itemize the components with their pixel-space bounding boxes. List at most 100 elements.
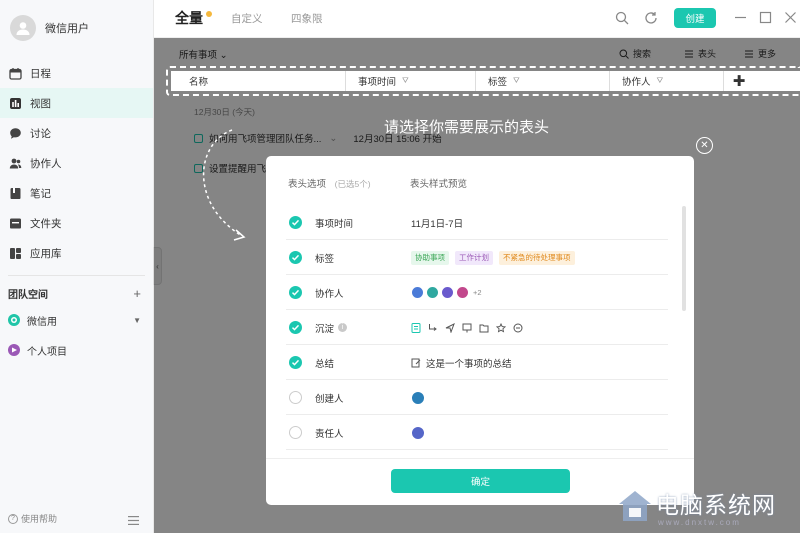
close-icon[interactable] bbox=[784, 11, 797, 24]
checkbox-checked-icon[interactable] bbox=[289, 216, 302, 229]
help-icon: ? bbox=[8, 513, 18, 524]
help-link[interactable]: ? 使用帮助 bbox=[8, 512, 57, 525]
team-logo-icon bbox=[8, 314, 20, 326]
sidebar-item-folder[interactable]: 文件夹 bbox=[0, 208, 153, 238]
notification-dot bbox=[206, 11, 212, 17]
avatar bbox=[411, 390, 425, 405]
more-count: +2 bbox=[473, 288, 482, 297]
option-row-tags[interactable]: 标签 协助事项 工作计划 不紧急的待处理事项 bbox=[286, 241, 668, 275]
option-row-owner[interactable]: 责任人 bbox=[286, 416, 668, 450]
chart-icon bbox=[9, 97, 22, 110]
watermark-url: www.dnxtw.com bbox=[658, 518, 741, 527]
option-row-creator[interactable]: 创建人 bbox=[286, 381, 668, 415]
divider bbox=[8, 275, 145, 276]
column-header-tags[interactable]: 标签 ⛛ bbox=[476, 71, 610, 91]
tag-badge: 协助事项 bbox=[411, 250, 449, 265]
sidebar-item-discuss[interactable]: 讨论 bbox=[0, 118, 153, 148]
sidebar-item-notes[interactable]: 笔记 bbox=[0, 178, 153, 208]
option-preview: 这是一个事项的总结 bbox=[411, 356, 512, 370]
sidebar-nav: 日程 视图 讨论 协作人 笔记 文件夹 应用库 bbox=[0, 58, 153, 268]
filter-icon[interactable]: ⛛ bbox=[513, 76, 520, 86]
option-label: 事项时间 bbox=[315, 218, 354, 230]
sidebar-item-label: 视图 bbox=[30, 97, 51, 110]
dashed-arrow-icon bbox=[202, 129, 246, 241]
sidebar: 微信用户 日程 视图 讨论 协作人 笔记 文件夹 应用库 团队空间 + 微信用 … bbox=[0, 0, 154, 533]
column-header-time[interactable]: 事项时间 ⛛ bbox=[346, 71, 476, 91]
help-label: 使用帮助 bbox=[21, 514, 58, 524]
info-icon[interactable]: i bbox=[338, 323, 348, 332]
menu-icon[interactable] bbox=[128, 516, 139, 525]
flow-icon bbox=[429, 323, 437, 331]
sidebar-item-collaborators[interactable]: 协作人 bbox=[0, 148, 153, 178]
checkbox-checked-icon[interactable] bbox=[289, 356, 302, 369]
avatar bbox=[456, 286, 469, 299]
tag-badge: 不紧急的待处理事项 bbox=[499, 250, 575, 265]
avatar[interactable] bbox=[10, 15, 36, 41]
team-item-wechat[interactable]: 微信用 ▼ bbox=[8, 311, 141, 329]
top-bar: 全量 自定义 四象限 创建 bbox=[154, 0, 800, 38]
option-label: 责任人 bbox=[315, 428, 344, 440]
sidebar-item-label: 笔记 bbox=[30, 187, 51, 200]
sidebar-item-apps[interactable]: 应用库 bbox=[0, 238, 153, 268]
calendar-icon bbox=[9, 67, 22, 80]
option-row-time[interactable]: 事项时间 11月1日-7日 bbox=[286, 206, 668, 240]
team-space-header: 团队空间 + bbox=[8, 284, 141, 302]
people-icon bbox=[9, 157, 22, 170]
option-preview: +2 bbox=[411, 286, 482, 299]
star-icon bbox=[496, 322, 506, 332]
user-profile[interactable]: 微信用户 bbox=[10, 14, 89, 42]
folder-icon bbox=[9, 217, 22, 230]
column-label: 标签 bbox=[488, 77, 508, 88]
caret-down-icon[interactable]: ▼ bbox=[133, 316, 141, 325]
option-row-collaborators[interactable]: 协作人 +2 bbox=[286, 276, 668, 310]
column-label: 协作人 bbox=[622, 77, 651, 88]
checkbox-unchecked-icon[interactable] bbox=[289, 426, 302, 439]
add-team-button[interactable]: + bbox=[133, 286, 141, 301]
presentation-icon bbox=[462, 323, 472, 332]
close-guide-icon[interactable]: ✕ bbox=[696, 137, 713, 154]
refresh-icon[interactable] bbox=[644, 11, 658, 25]
option-row-summary[interactable]: 总结 这是一个事项的总结 bbox=[286, 346, 668, 380]
filter-icon[interactable]: ⛛ bbox=[402, 76, 409, 86]
checkbox-checked-icon[interactable] bbox=[289, 286, 302, 299]
create-button[interactable]: 创建 bbox=[674, 8, 716, 28]
add-column-icon[interactable]: ✚ bbox=[724, 71, 754, 91]
sidebar-item-view[interactable]: 视图 bbox=[0, 88, 153, 118]
tab-quadrant[interactable]: 四象限 bbox=[291, 11, 323, 26]
checkbox-unchecked-icon[interactable] bbox=[289, 391, 302, 404]
option-preview: 协助事项 工作计划 不紧急的待处理事项 bbox=[411, 250, 581, 265]
tab-custom[interactable]: 自定义 bbox=[231, 11, 263, 26]
minimize-icon[interactable] bbox=[734, 11, 747, 24]
option-row-precipitate[interactable]: 沉淀 i bbox=[286, 311, 668, 345]
filter-icon[interactable]: ⛛ bbox=[657, 76, 664, 86]
project-logo-icon bbox=[8, 344, 20, 356]
search-icon[interactable] bbox=[615, 11, 629, 25]
team-item-personal[interactable]: 个人项目 bbox=[8, 341, 141, 359]
scrollbar-thumb[interactable] bbox=[682, 206, 686, 311]
watermark-text: 电脑系统网 bbox=[656, 493, 776, 519]
header-select-modal: 表头选项 (已选5个) 表头样式预览 事项时间 11月1日-7日 标签 协助事项… bbox=[266, 156, 694, 505]
tag-badge: 工作计划 bbox=[455, 250, 493, 265]
divider bbox=[266, 458, 694, 459]
sidebar-item-schedule[interactable]: 日程 bbox=[0, 58, 153, 88]
sidebar-item-label: 文件夹 bbox=[30, 217, 62, 230]
modal-header: 表头选项 (已选5个) 表头样式预览 bbox=[288, 176, 674, 190]
checkbox-checked-icon[interactable] bbox=[289, 321, 302, 334]
column-header-name[interactable]: 名称 bbox=[171, 71, 346, 91]
sidebar-item-label: 讨论 bbox=[30, 127, 51, 140]
option-preview bbox=[411, 322, 530, 333]
tab-all[interactable]: 全量 bbox=[175, 8, 203, 28]
team-space-title: 团队空间 bbox=[8, 289, 48, 301]
note-icon bbox=[9, 187, 22, 200]
note-icon bbox=[411, 322, 421, 333]
confirm-button[interactable]: 确定 bbox=[391, 469, 570, 493]
option-preview bbox=[411, 390, 427, 405]
house-logo-icon bbox=[619, 491, 651, 521]
checkbox-checked-icon[interactable] bbox=[289, 251, 302, 264]
option-preview: 11月1日-7日 bbox=[411, 218, 464, 230]
column-header-collaborators[interactable]: 协作人 ⛛ bbox=[610, 71, 724, 91]
send-icon bbox=[445, 322, 455, 333]
maximize-icon[interactable] bbox=[759, 11, 772, 24]
avatar bbox=[411, 286, 424, 299]
folder-icon bbox=[479, 324, 489, 332]
